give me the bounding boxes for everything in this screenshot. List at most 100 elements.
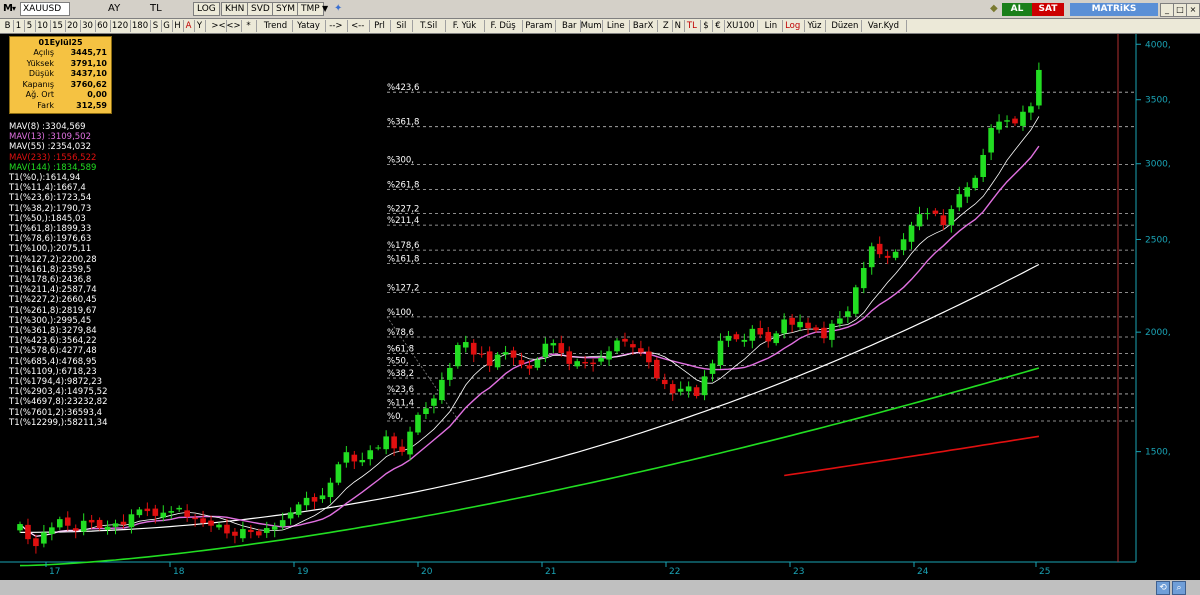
- buy-button[interactable]: AL: [1002, 3, 1032, 16]
- legend-entry: T1(%2903,4):14975,52: [9, 387, 108, 398]
- legend-entry: MAV(13) :3109,502: [9, 132, 91, 143]
- candle-body: [104, 526, 111, 530]
- toolbar-button-barx[interactable]: BarX: [629, 20, 658, 32]
- candle-body: [303, 497, 310, 506]
- toolbar-button-lin[interactable]: Lin: [760, 20, 783, 32]
- candle-body: [41, 532, 47, 544]
- toolbar-button-t-sil[interactable]: T.Sil: [412, 20, 447, 32]
- legend-entry: T1(%300,):2995,45: [9, 315, 92, 326]
- toolbar-button-bar[interactable]: Bar: [558, 20, 582, 32]
- toolbar-button-30[interactable]: 30: [80, 20, 96, 32]
- tab-sym[interactable]: SYM: [272, 2, 299, 16]
- toolbar-button-10[interactable]: 10: [35, 20, 51, 32]
- price-chart[interactable]: %0, %11,4 %23,6 %38,2 %50, %61,8 %78,6 %100, %12…: [0, 34, 1200, 580]
- toolbar-button--[interactable]: *: [241, 20, 257, 32]
- sync-icon[interactable]: ⟲: [1156, 581, 1170, 595]
- toolbar-button-tl[interactable]: TL: [684, 20, 701, 32]
- candle-body: [128, 514, 135, 528]
- toolbar-button-yüz[interactable]: Yüz: [804, 20, 827, 32]
- candle-body: [550, 343, 557, 346]
- candle-body: [813, 327, 819, 331]
- fib-level-label: %161,8: [387, 254, 419, 264]
- candle-body: [884, 255, 891, 258]
- tab-log[interactable]: LOG: [193, 2, 220, 16]
- toolbar-button-60[interactable]: 60: [95, 20, 111, 32]
- symbol-field[interactable]: XAUUSD: [20, 2, 70, 16]
- toolbar-button-yatay[interactable]: Yatay: [292, 20, 326, 32]
- toolbar-button--[interactable]: <>: [226, 20, 242, 32]
- toolbar-button-düzen[interactable]: Düzen: [828, 20, 863, 32]
- info-row: Düşük 3437,10: [12, 69, 109, 79]
- toolbar-button-20[interactable]: 20: [65, 20, 81, 32]
- candle-body: [932, 210, 939, 214]
- tab-svd[interactable]: SVD: [247, 2, 274, 16]
- brand-logo: MATRiKS: [1070, 3, 1158, 16]
- info-row: Yüksek 3791,10: [12, 59, 109, 69]
- candle-body: [200, 518, 206, 524]
- zoom-icon[interactable]: ⌕: [1172, 581, 1186, 595]
- candle-body: [685, 386, 692, 392]
- legend-entry: T1(%685,4):4768,95: [9, 356, 97, 367]
- candle-body: [263, 528, 270, 533]
- ma233-line: [784, 435, 1040, 477]
- legend-entry: T1(%178,6):2436,8: [9, 275, 92, 286]
- toolbar-button-y[interactable]: Y: [194, 20, 206, 32]
- legend-entry: T1(%11,4):1667,4: [9, 183, 86, 194]
- chevron-down-icon[interactable]: ▼: [322, 2, 328, 16]
- sell-button[interactable]: SAT: [1032, 3, 1064, 16]
- indicator-legend: MAV(8) :3304,569 MAV(13) :3109,502 MAV(55)…: [9, 122, 107, 428]
- candle-body: [860, 268, 867, 289]
- candle-body: [232, 531, 238, 536]
- candle-body: [407, 431, 413, 455]
- candle-body: [351, 454, 358, 462]
- candle-body: [614, 340, 620, 352]
- candle-body: [1020, 111, 1026, 126]
- candle-body: [622, 338, 628, 342]
- toolbar-button-f-düş[interactable]: F. Düş: [484, 20, 524, 32]
- candle-body: [582, 362, 588, 364]
- legend-entry: T1(%4697,8):23232,82: [9, 397, 108, 408]
- tab-tmp[interactable]: TMP: [297, 2, 324, 16]
- toolbar-button-var-kyd[interactable]: Var.Kyd: [861, 20, 907, 32]
- close-icon[interactable]: ×: [1186, 3, 1200, 17]
- toolbar-button-f-yük[interactable]: F. Yük: [445, 20, 485, 32]
- toolbar-button-xu100[interactable]: XU100: [724, 20, 758, 32]
- toolbar-button-line[interactable]: Line: [602, 20, 631, 32]
- candle-body: [88, 519, 95, 523]
- candle-body: [271, 526, 278, 530]
- candle-body: [940, 215, 947, 226]
- candle-body: [924, 213, 931, 215]
- candle-body: [168, 511, 175, 513]
- toolbar-button-15[interactable]: 15: [50, 20, 66, 32]
- toolbar-button-trend[interactable]: Trend: [259, 20, 293, 32]
- chart-window: M ▾ XAUUSD AY TL LOG KHN SVD SYM TMP ▼ ✦…: [0, 0, 1200, 595]
- y-tick-label: 3000,: [1145, 160, 1171, 170]
- tab-khn[interactable]: KHN: [221, 2, 249, 16]
- pin-icon[interactable]: ◆: [990, 2, 998, 16]
- x-tick-label: 18: [173, 567, 185, 577]
- toolbar-button-prl[interactable]: Prl: [369, 20, 392, 32]
- tab-tl[interactable]: TL: [150, 2, 162, 16]
- legend-entry: MAV(8) :3304,569: [9, 122, 86, 132]
- toolbar-button--[interactable]: -->: [325, 20, 348, 32]
- candle-body: [829, 323, 835, 340]
- toolbar-button--[interactable]: <--: [347, 20, 370, 32]
- toolbar-button-param[interactable]: Param: [522, 20, 557, 32]
- candle-body: [470, 342, 477, 355]
- fib-level-label: %361,8: [387, 118, 419, 128]
- ma55-line: [20, 263, 1040, 533]
- toolbar-button--[interactable]: ><: [211, 20, 227, 32]
- maximize-icon[interactable]: □: [1173, 3, 1187, 17]
- fib-level-label: %423,6: [387, 83, 419, 93]
- fib-level-label: %127,2: [387, 284, 419, 294]
- toolbar-button-sil[interactable]: Sil: [390, 20, 414, 32]
- toolbar-button-120[interactable]: 120: [110, 20, 131, 32]
- toolbar-button-log[interactable]: Log: [782, 20, 805, 32]
- twitter-icon[interactable]: ✦: [334, 2, 342, 16]
- toolbar-button-mum[interactable]: Mum: [580, 20, 603, 32]
- candle-body: [845, 311, 851, 317]
- dropdown-icon[interactable]: ▾: [12, 2, 16, 16]
- toolbar-button-180[interactable]: 180: [130, 20, 151, 32]
- minimize-icon[interactable]: _: [1160, 3, 1174, 17]
- tab-ay[interactable]: AY: [108, 2, 120, 16]
